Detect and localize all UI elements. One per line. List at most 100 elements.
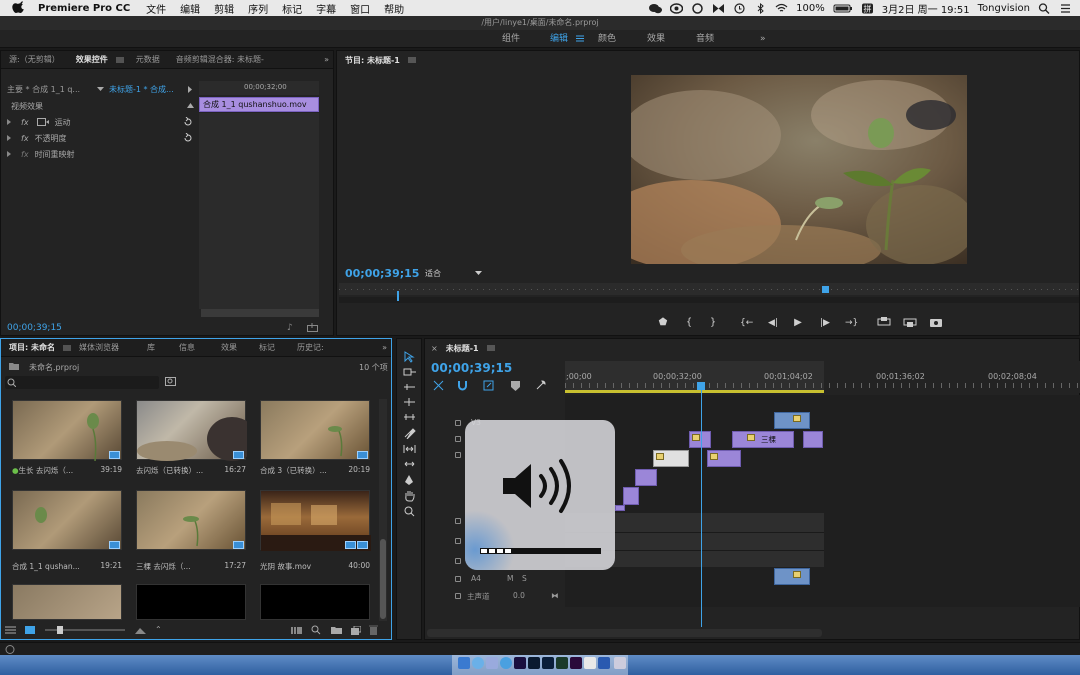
- project-item-label[interactable]: 光阴 故事.mov 40:00: [260, 561, 370, 572]
- app-menu[interactable]: Premiere Pro CC: [38, 3, 130, 14]
- timeline-playhead[interactable]: [701, 383, 702, 627]
- panel-overflow-icon[interactable]: »: [324, 55, 329, 64]
- razor-tool-icon[interactable]: [403, 427, 416, 439]
- tab-effect-controls[interactable]: 效果控件: [68, 54, 116, 65]
- timeline-clip[interactable]: [653, 450, 689, 467]
- play-icon[interactable]: ▶: [792, 317, 804, 329]
- sequence-clip-label[interactable]: 未标题-1 * 合成...: [109, 84, 174, 95]
- project-thumbnail[interactable]: [136, 400, 247, 461]
- trash-icon[interactable]: [369, 625, 378, 635]
- clock[interactable]: 3月2日 周一 19:51: [882, 1, 970, 16]
- timeline-settings-icon[interactable]: [535, 380, 546, 391]
- project-item-label[interactable]: 三棵 去闪烁（... 17:27: [136, 561, 246, 572]
- program-zoom-bar[interactable]: [339, 291, 1079, 303]
- audio-clip[interactable]: [774, 568, 810, 585]
- sequence-dropdown-icon[interactable]: [97, 87, 104, 91]
- workspace-color[interactable]: 颜色: [598, 30, 616, 48]
- workspace-more-button[interactable]: »: [760, 30, 766, 48]
- thumbnail-size-slider[interactable]: [45, 626, 125, 634]
- close-sequence-icon[interactable]: ×: [425, 344, 438, 353]
- menu-file[interactable]: 文件: [146, 1, 166, 16]
- reset-motion-icon[interactable]: [183, 117, 193, 127]
- track-lock-icon[interactable]: [455, 518, 461, 524]
- eye-icon[interactable]: [670, 2, 684, 14]
- tab-metadata[interactable]: 元数据: [128, 54, 168, 65]
- spotlight-search-icon[interactable]: [1038, 2, 1051, 14]
- timeline-clip[interactable]: [803, 431, 823, 448]
- master-volume-value[interactable]: 0.0: [513, 591, 525, 600]
- bluetooth-icon[interactable]: [754, 2, 767, 14]
- fx-icon[interactable]: fx: [21, 118, 29, 127]
- ripple-edit-tool-icon[interactable]: [403, 382, 416, 392]
- snap-icon[interactable]: [457, 380, 468, 391]
- panel-menu-icon[interactable]: [115, 57, 124, 63]
- go-to-out-icon[interactable]: →}: [845, 317, 858, 329]
- track-lock-icon[interactable]: [455, 558, 461, 564]
- lift-icon[interactable]: [877, 317, 891, 329]
- menu-edit[interactable]: 编辑: [180, 1, 200, 16]
- master-goto-icon[interactable]: ⧓: [551, 591, 559, 600]
- after-effects-icon[interactable]: [514, 657, 526, 669]
- effect-motion-row[interactable]: fx 运动: [7, 115, 71, 129]
- workspace-effects[interactable]: 效果: [647, 30, 665, 48]
- expand-triangle-icon[interactable]: [7, 119, 11, 125]
- effect-time-remap-row[interactable]: fx 时间重映射: [7, 147, 75, 161]
- program-monitor-title[interactable]: 节目: 未标题-1: [337, 55, 408, 66]
- nest-toggle-icon[interactable]: [433, 380, 444, 391]
- tab-history[interactable]: 历史记:: [283, 342, 332, 353]
- effect-timeline-ruler[interactable]: 00;00;32;00: [199, 81, 319, 95]
- lightroom-icon[interactable]: [528, 657, 540, 669]
- icon-view-icon[interactable]: [25, 626, 35, 634]
- extract-icon[interactable]: [903, 317, 917, 329]
- list-view-icon[interactable]: [5, 626, 16, 634]
- menu-sequence[interactable]: 序列: [248, 1, 268, 16]
- hand-tool-icon[interactable]: [404, 490, 415, 502]
- safari-icon[interactable]: [472, 657, 484, 669]
- new-item-icon[interactable]: [351, 626, 361, 635]
- battery-icon[interactable]: [833, 3, 853, 14]
- export-frame-icon[interactable]: [929, 317, 943, 329]
- add-marker-icon[interactable]: ⬟: [657, 317, 669, 329]
- rolling-edit-tool-icon[interactable]: [403, 397, 416, 407]
- sequence-tab[interactable]: 未标题-1: [438, 343, 487, 354]
- zoom-tool-icon[interactable]: [404, 506, 415, 517]
- step-forward-icon[interactable]: |▶: [819, 317, 831, 329]
- history-icon[interactable]: [733, 2, 746, 14]
- project-thumbnail[interactable]: [12, 584, 122, 620]
- mute-button[interactable]: M: [507, 574, 513, 583]
- notification-center-icon[interactable]: [1059, 3, 1072, 14]
- linked-selection-icon[interactable]: [483, 380, 494, 391]
- find-icon[interactable]: [311, 625, 321, 635]
- media-app-icon[interactable]: [556, 657, 568, 669]
- tab-libraries[interactable]: 库: [127, 342, 163, 353]
- track-lock-icon[interactable]: [455, 593, 461, 599]
- effect-opacity-row[interactable]: fx 不透明度: [7, 131, 67, 145]
- project-thumbnail[interactable]: [136, 490, 246, 550]
- timeline-clip[interactable]: [623, 487, 639, 505]
- menu-title[interactable]: 字幕: [316, 1, 336, 16]
- timeline-clip[interactable]: 三棵: [732, 431, 794, 448]
- expand-triangle-icon[interactable]: [7, 135, 11, 141]
- scroll-thumb[interactable]: [380, 539, 386, 619]
- reset-opacity-icon[interactable]: [183, 133, 193, 143]
- butterfly-icon[interactable]: [712, 3, 725, 14]
- menu-help[interactable]: 帮助: [384, 1, 404, 16]
- project-thumbnail[interactable]: [260, 490, 371, 551]
- track-select-tool-icon[interactable]: [403, 367, 416, 377]
- wifi-icon[interactable]: [775, 3, 788, 14]
- slide-tool-icon[interactable]: [403, 459, 416, 469]
- track-lock-icon[interactable]: [455, 436, 461, 442]
- project-search-input[interactable]: [5, 376, 159, 389]
- play-only-audio-icon[interactable]: ♪: [287, 323, 293, 333]
- solo-button[interactable]: S: [522, 574, 527, 583]
- tab-media-browser[interactable]: 媒体浏览器: [71, 342, 127, 353]
- workspace-menu-icon[interactable]: [576, 35, 584, 42]
- finder-icon[interactable]: [458, 657, 470, 669]
- motion-icon[interactable]: [36, 118, 49, 126]
- zoom-select[interactable]: 适合: [425, 268, 441, 279]
- project-thumbnail[interactable]: [12, 490, 122, 550]
- automate-to-sequence-icon[interactable]: [291, 626, 302, 634]
- go-to-in-icon[interactable]: {←: [740, 317, 753, 329]
- wechat-icon[interactable]: [649, 3, 663, 14]
- step-back-icon[interactable]: ◀|: [767, 317, 779, 329]
